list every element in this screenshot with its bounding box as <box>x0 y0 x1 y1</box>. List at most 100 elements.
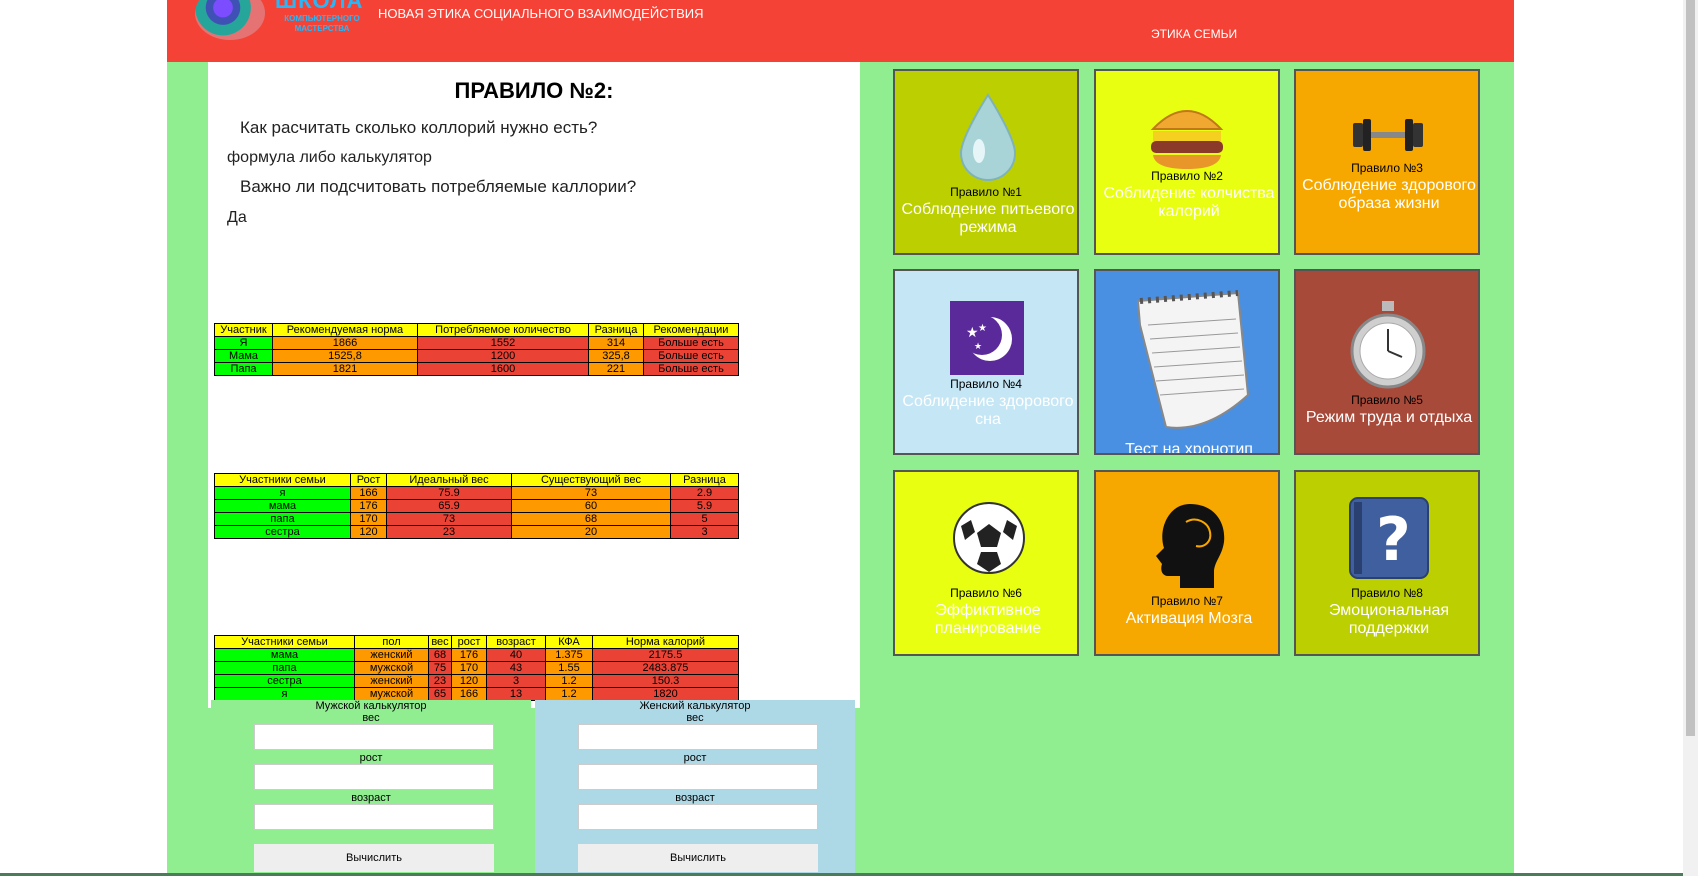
table-cell: 68 <box>511 512 671 526</box>
table-row: папа мужской 75 170 43 1.55 2483.875 <box>214 661 739 675</box>
tile-rule-8[interactable]: ? Правило №8 Эмоциональная поддержки <box>1294 470 1480 656</box>
tile-rule-1[interactable]: Правило №1 Соблюдение питьевого режима <box>893 69 1079 255</box>
soccer-ball-icon <box>953 502 1025 574</box>
table-cell: 73 <box>386 512 512 526</box>
table-header-row: Участник Рекомендуемая норма Потребляемо… <box>214 323 739 337</box>
table-cell: 2175.5 <box>592 648 739 662</box>
table-cell: 75.9 <box>386 486 512 500</box>
table-cell: женский <box>354 648 429 662</box>
tile-chronotype-test[interactable]: Тест на хронотип <box>1094 269 1280 455</box>
table-cell: 1821 <box>272 362 418 376</box>
logo-subtitle: КОМПЬЮТЕРНОГО МАСТЕРСТВА <box>284 14 360 33</box>
table-row: папа 170 73 68 5 <box>214 512 739 526</box>
tile-rule-name: Соблюдение питьевого режима <box>901 201 1075 236</box>
table-row: мама 176 65.9 60 5.9 <box>214 499 739 513</box>
table-cell: 2483.875 <box>592 661 739 675</box>
site-title: НОВАЯ ЭТИКА СОЦИАЛЬНОГО ВЗАИМОДЕЙСТВИЯ <box>378 6 704 21</box>
female-height-input[interactable] <box>578 764 818 790</box>
tile-rule-4[interactable]: ★ ★ ★ Правило №4 Соблидение здорового сн… <box>893 269 1079 455</box>
table-cell: 65 <box>428 687 452 701</box>
tile-rule-5[interactable]: Правило №5 Режим труда и отдыха <box>1294 269 1480 455</box>
answer-1: формула либо калькулятор <box>227 149 432 166</box>
table-cell: папа <box>214 661 355 675</box>
table-cell: я <box>214 486 351 500</box>
male-calculator: Мужской калькулятор вес рост возраст Выч… <box>211 700 531 876</box>
table-row: сестра женский 23 120 3 1.2 150.3 <box>214 674 739 688</box>
moon-icon: ★ ★ ★ <box>950 301 1024 375</box>
tile-rule-name: Режим труда и отдыха <box>1305 409 1473 426</box>
table-header-row: Участники семьи Рост Идеальный вес Сущес… <box>214 473 739 487</box>
table-cell: 170 <box>350 512 387 526</box>
table-header-cell: Рост <box>350 473 387 487</box>
rule-content-panel: ПРАВИЛО №2: Как расчитать сколько коллор… <box>208 62 860 708</box>
table-cell: 5.9 <box>670 499 739 513</box>
table-cell: 3 <box>670 525 739 539</box>
tile-rule-name: Соблидение здорового сна <box>902 393 1074 428</box>
tile-rule-7[interactable]: Правило №7 Активация Мозга <box>1094 470 1280 656</box>
tile-rule-6[interactable]: Правило №6 Эффиктивное планирование <box>893 470 1079 656</box>
table-cell: 23 <box>386 525 512 539</box>
female-calculator: Женский калькулятор вес рост возраст Выч… <box>535 700 855 876</box>
table-header-cell: КФА <box>545 635 593 649</box>
table-cell: 1.2 <box>545 687 593 701</box>
svg-text:?: ? <box>1376 505 1411 575</box>
table-cell: 68 <box>428 648 452 662</box>
table-header-row: Участники семьи пол вес рост возраст КФА… <box>214 635 739 649</box>
table-cell: 1.2 <box>545 674 593 688</box>
table-cell: 166 <box>350 486 387 500</box>
tile-rule-name: Соблидение колчиства калорий <box>1103 185 1275 220</box>
male-height-input[interactable] <box>254 764 494 790</box>
tile-rule-number: Правило №1 <box>950 185 1022 199</box>
help-book-icon: ? <box>1349 497 1429 579</box>
table-row: мама женский 68 176 40 1.375 2175.5 <box>214 648 739 662</box>
table-cell: 1866 <box>272 336 418 350</box>
female-weight-input[interactable] <box>578 724 818 750</box>
table-header-cell: пол <box>354 635 429 649</box>
table-cell: 1552 <box>417 336 589 350</box>
table-cell: мужской <box>354 661 429 675</box>
male-calculate-button[interactable]: Вычислить <box>254 844 494 872</box>
table-header-cell: Норма калорий <box>592 635 739 649</box>
table-cell: 1200 <box>417 349 589 363</box>
table-cell: 60 <box>511 499 671 513</box>
stopwatch-icon <box>1350 301 1426 389</box>
height-label: рост <box>683 752 707 764</box>
table-cell: 2.9 <box>670 486 739 500</box>
tile-rule-name: Эмоциональная поддержки <box>1328 602 1450 637</box>
water-drop-icon <box>959 93 1017 181</box>
female-calculate-button[interactable]: Вычислить <box>578 844 818 872</box>
table-cell: Папа <box>214 362 273 376</box>
table-header-cell: Рекомендации <box>643 323 739 337</box>
site-logo[interactable]: ШКОЛА КОМПЬЮТЕРНОГО МАСТЕРСТВА <box>195 0 375 42</box>
head-icon <box>1156 504 1225 588</box>
male-weight-input[interactable] <box>254 724 494 750</box>
table-cell: мама <box>214 648 355 662</box>
tile-rule-2[interactable]: Правило №2 Соблидение колчиства калорий <box>1094 69 1280 255</box>
table-cell: мужской <box>354 687 429 701</box>
table-cell: 40 <box>486 648 546 662</box>
table-cell: 3 <box>486 674 546 688</box>
table-row: Папа 1821 1600 221 Больше есть <box>214 362 739 376</box>
scrollbar-thumb[interactable] <box>1686 0 1695 736</box>
tile-rule-number: Правило №4 <box>950 377 1022 391</box>
calorie-comparison-table: Участник Рекомендуемая норма Потребляемо… <box>214 323 739 376</box>
nav-link-family-ethics[interactable]: ЭТИКА СЕМЬИ <box>1151 27 1237 41</box>
table-cell: 176 <box>350 499 387 513</box>
table-row: я 166 75.9 73 2.9 <box>214 486 739 500</box>
table-cell: 75 <box>428 661 452 675</box>
female-age-input[interactable] <box>578 804 818 830</box>
male-age-input[interactable] <box>254 804 494 830</box>
tile-rule-number: Правило №7 <box>1151 594 1223 608</box>
table-header-cell: Потребляемое количество <box>417 323 589 337</box>
tile-rule-3[interactable]: Правило №3 Соблюдение здорового образа ж… <box>1294 69 1480 255</box>
female-calculator-title: Женский калькулятор <box>639 700 751 712</box>
table-row: я мужской 65 166 13 1.2 1820 <box>214 687 739 701</box>
table-cell: мама <box>214 499 351 513</box>
table-cell: 5 <box>670 512 739 526</box>
table-cell: 221 <box>588 362 644 376</box>
tile-rule-number: Правило №6 <box>950 586 1022 600</box>
tile-rule-name: Активация Мозга <box>1125 610 1253 627</box>
table-cell: 43 <box>486 661 546 675</box>
table-cell: 325,8 <box>588 349 644 363</box>
height-label: рост <box>359 752 383 764</box>
